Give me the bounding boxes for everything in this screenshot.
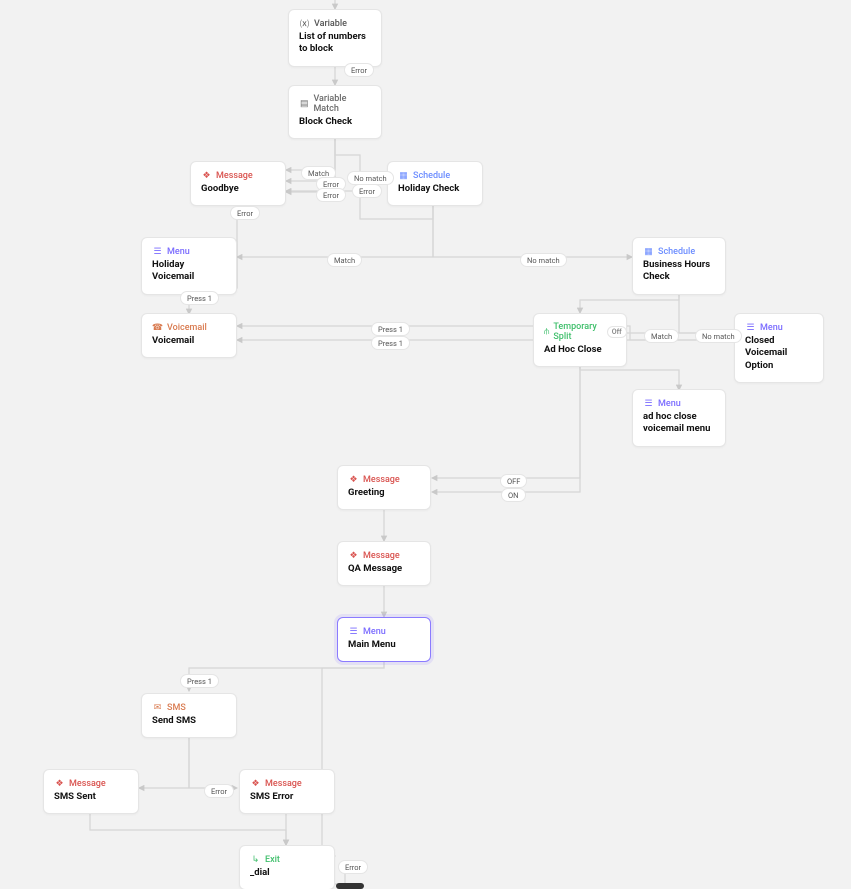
node-type: Voicemail [167, 323, 207, 333]
node-variable-match[interactable]: ▤ Variable Match Block Check [288, 85, 382, 139]
message-icon: ❖ [250, 778, 261, 789]
node-type: Message [363, 475, 400, 485]
node-holiday-check[interactable]: ▦ Schedule Holiday Check [387, 161, 483, 206]
node-title: Voicemail [152, 335, 226, 347]
node-voicemail[interactable]: ☎ Voicemail Voicemail [141, 313, 237, 358]
node-title: List of numbers to block [299, 31, 371, 56]
menu-icon: ☰ [643, 398, 654, 409]
chip-press1: Press 1 [180, 674, 219, 688]
node-title: Holiday Voicemail [152, 259, 226, 284]
chip-match: Match [327, 253, 362, 267]
message-icon: ❖ [201, 170, 212, 181]
node-sms-sent[interactable]: ❖ Message SMS Sent [43, 769, 139, 814]
node-title: Closed Voicemail Option [745, 335, 813, 372]
node-sms-error[interactable]: ❖ Message SMS Error [239, 769, 335, 814]
node-business-hours[interactable]: ▦ Schedule Business Hours Check [632, 237, 726, 295]
node-adhoc-menu[interactable]: ☰ Menu ad hoc close voicemail menu [632, 389, 726, 447]
menu-icon: ☰ [745, 322, 756, 333]
node-title: Business Hours Check [643, 259, 715, 284]
chip-error: Error [316, 188, 346, 202]
node-title: ad hoc close voicemail menu [643, 411, 715, 436]
node-type: Message [216, 171, 253, 181]
chip-off: OFF [500, 474, 527, 488]
node-title: SMS Error [250, 791, 324, 803]
message-icon: ❖ [348, 474, 359, 485]
node-type: Menu [658, 399, 681, 409]
node-type: Variable Match [313, 94, 371, 114]
node-adhoc[interactable]: ⫛ Temporary Split Off Ad Hoc Close [533, 313, 627, 367]
voicemail-icon: ☎ [152, 322, 163, 333]
chip-press1: Press 1 [371, 336, 410, 350]
node-qa-message[interactable]: ❖ Message QA Message [337, 541, 431, 586]
node-main-menu[interactable]: ☰ Menu Main Menu [337, 617, 431, 662]
node-type: Exit [265, 855, 280, 865]
menu-icon: ☰ [152, 246, 163, 257]
split-icon: ⫛ [544, 327, 549, 338]
node-type: Variable [314, 19, 347, 29]
variable-icon: ⒳ [299, 18, 310, 29]
vmatch-icon: ▤ [299, 99, 309, 110]
message-icon: ❖ [54, 778, 65, 789]
node-type: Temporary Split [553, 322, 596, 342]
chip-error: Error [204, 784, 234, 798]
chip-nomatch: No match [695, 329, 742, 343]
chip-press1: Press 1 [180, 291, 219, 305]
node-type: Menu [363, 627, 386, 637]
node-holiday-voicemail[interactable]: ☰ Menu Holiday Voicemail [141, 237, 237, 295]
node-type: Menu [760, 323, 783, 333]
node-sms[interactable]: ✉ SMS Send SMS [141, 693, 237, 738]
chip-error: Error [230, 206, 260, 220]
chip-error: Error [352, 184, 382, 198]
chip-error: Error [344, 63, 374, 77]
node-type: Message [69, 779, 106, 789]
node-type: Schedule [658, 247, 695, 257]
node-type: Menu [167, 247, 190, 257]
node-exit[interactable]: ↳ Exit _dial [239, 845, 335, 889]
schedule-icon: ▦ [643, 246, 654, 257]
node-type: Schedule [413, 171, 450, 181]
node-title: Main Menu [348, 639, 420, 651]
chip-nomatch: No match [347, 171, 394, 185]
sms-icon: ✉ [152, 702, 163, 713]
bottom-handle[interactable] [336, 883, 364, 889]
node-title: Greeting [348, 487, 420, 499]
node-type: SMS [167, 703, 186, 713]
flow-canvas[interactable]: ⒳ Variable List of numbers to block ▤ Vari… [0, 0, 851, 889]
exit-icon: ↳ [250, 854, 261, 865]
chip-press1: Press 1 [371, 322, 410, 336]
node-variable[interactable]: ⒳ Variable List of numbers to block [288, 9, 382, 67]
chip-nomatch: No match [520, 253, 567, 267]
chip-on: ON [501, 488, 526, 502]
node-title: Ad Hoc Close [544, 344, 616, 356]
node-greeting[interactable]: ❖ Message Greeting [337, 465, 431, 510]
schedule-icon: ▦ [398, 170, 409, 181]
message-icon: ❖ [348, 550, 359, 561]
node-title: Send SMS [152, 715, 226, 727]
node-title: Goodbye [201, 183, 275, 195]
node-goodbye[interactable]: ❖ Message Goodbye [190, 161, 286, 206]
node-title: _dial [250, 867, 324, 879]
node-title: SMS Sent [54, 791, 128, 803]
node-closed-voicemail-option[interactable]: ☰ Menu Closed Voicemail Option [734, 313, 824, 383]
node-title: Block Check [299, 116, 371, 128]
node-title: Holiday Check [398, 183, 472, 195]
node-type: Message [265, 779, 302, 789]
chip-error: Error [338, 860, 368, 874]
node-type: Message [363, 551, 400, 561]
menu-icon: ☰ [348, 626, 359, 637]
chip-match: Match [644, 329, 679, 343]
node-title: QA Message [348, 563, 420, 575]
toggle-off[interactable]: Off [607, 326, 627, 338]
